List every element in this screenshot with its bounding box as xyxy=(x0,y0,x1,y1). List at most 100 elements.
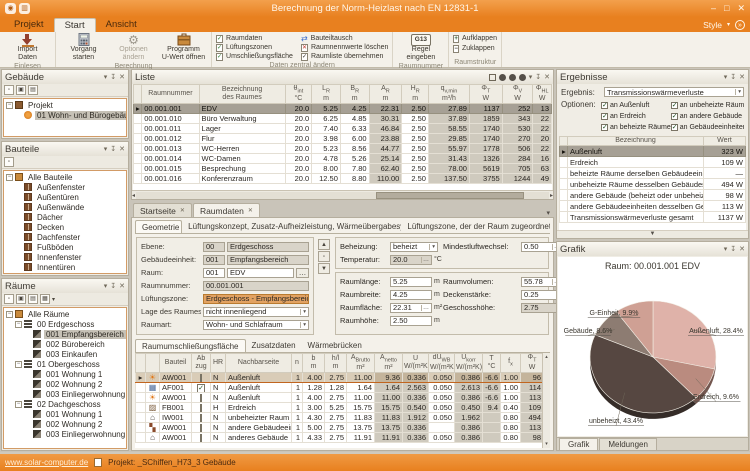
ellipsis-button[interactable]: … xyxy=(421,257,429,263)
column-header-h-l[interactable]: h/lm xyxy=(325,354,347,373)
option-an-andere-geb-ude[interactable]: ✓ an andere Gebäude xyxy=(671,111,744,122)
ribbon-button-l-ftungszonen[interactable]: ✓Lüftungszonen xyxy=(216,43,293,52)
abzug-checkbox[interactable]: ✓ xyxy=(197,384,205,393)
ribbon-button-optionen-ndern[interactable]: ⚙ Optionenändern xyxy=(110,33,157,62)
liste-tool-icon-2[interactable] xyxy=(509,74,516,81)
gebaeude-toolbar-button-3[interactable]: ▤ xyxy=(28,85,38,95)
liste-grid-options-icon[interactable] xyxy=(489,74,496,81)
table-row[interactable]: andere Gebäudeeinheiten desselben Gebäud… xyxy=(560,201,746,212)
bottom-tab-grafik[interactable]: Grafik xyxy=(559,438,598,450)
ribbon-button-vorgang-starten[interactable]: Vorgangstarten xyxy=(60,33,107,62)
next-record-button[interactable]: ▼ xyxy=(318,263,330,274)
option-an-erdreich[interactable]: ✓ an Erdreich xyxy=(601,111,671,122)
table-row[interactable]: ⌂AW001Nanderes Gebäude14.332.7511.9111.9… xyxy=(136,433,543,443)
ribbon-button-raumdaten[interactable]: ✓Raumdaten xyxy=(216,34,293,43)
tree-item-002-b-robereich[interactable]: 002 Bürobereich xyxy=(4,339,126,349)
raeume-toolbar-button-2[interactable]: ▣ xyxy=(16,294,26,304)
tab-geometrie[interactable]: Geometrie xyxy=(135,220,182,233)
close-icon[interactable]: ✕ xyxy=(119,73,125,81)
maximize-button[interactable]: □ xyxy=(724,3,729,14)
column-header-hr[interactable]: HR xyxy=(211,354,226,373)
column-header-u[interactable]: UW/(m²K) xyxy=(403,354,429,373)
ribbon-button-zuklappen[interactable]: −Zuklappen xyxy=(453,44,497,53)
pin-icon[interactable]: ↧ xyxy=(110,73,116,81)
field-raum[interactable]: EDV xyxy=(227,268,294,278)
abzug-checkbox[interactable] xyxy=(200,414,202,423)
style-dropdown-icon[interactable]: ▾ xyxy=(727,21,730,28)
gebaeude-toolbar-button-1[interactable]: ▫ xyxy=(4,85,14,95)
abzug-checkbox[interactable] xyxy=(200,374,202,383)
column-header-hl[interactable]: ΦHLW xyxy=(533,85,552,104)
column-header-anetto[interactable]: Anettom² xyxy=(375,354,403,373)
bauteile-toolbar-button-1[interactable]: ▫ xyxy=(4,157,14,167)
tree-item-002-wohnung-2[interactable]: 002 Wohnung 2 xyxy=(4,379,126,389)
vendor-link[interactable]: www.solar-computer.de xyxy=(5,458,88,467)
column-header-lr[interactable]: LRm xyxy=(312,85,341,104)
option-an-unbeheizte-r-ume[interactable]: ✓ an unbeheizte Räume xyxy=(671,100,744,111)
tree-item-00-erdgeschoss[interactable]: − 00 Erdgeschoss xyxy=(4,319,126,329)
minimize-button[interactable]: – xyxy=(711,3,716,14)
scroll-left-icon[interactable]: ◂ xyxy=(132,192,135,199)
close-button[interactable]: ✕ xyxy=(737,3,745,14)
ribbon-button-import-daten[interactable]: ImportDaten xyxy=(4,33,51,62)
document-tab-raumdaten[interactable]: Raumdaten✕ xyxy=(193,203,260,217)
liste-horizontal-scrollbar[interactable]: ◂ ▸ xyxy=(132,190,553,199)
tree-item-001-wohnung-1[interactable]: 001 Wohnung 1 xyxy=(4,369,126,379)
tree-item-d-cher[interactable]: Dächer xyxy=(4,212,126,222)
ribbon-button-bauteiltausch[interactable]: ⇄Bauteiltausch xyxy=(301,34,388,43)
close-icon[interactable]: ✕ xyxy=(119,145,125,153)
scroll-right-icon[interactable]: ▸ xyxy=(550,192,553,199)
close-icon[interactable]: ✕ xyxy=(119,282,125,290)
column-header-qv-min[interactable]: qv,minm³/h xyxy=(428,85,469,104)
table-row[interactable]: 00.001.015Besprechung20.08.007.8062.402.… xyxy=(134,164,552,174)
column-header-bezeichnung[interactable]: Bezeichnungdes Raumes xyxy=(199,85,285,104)
field-l-ftungszone[interactable]: Erdgeschoss - Empfangsbereich xyxy=(203,294,309,304)
field-raum-browse-button[interactable]: … xyxy=(296,268,309,278)
table-row[interactable]: Erdreich 109 W xyxy=(560,157,746,168)
tree-item-au-enw-nde[interactable]: Außenwände xyxy=(4,202,126,212)
panel-menu-icon[interactable]: ▾ xyxy=(104,282,108,290)
table-row[interactable]: ⌂IW001Nunbeheizter Raum14.302.7511.8311.… xyxy=(136,413,543,423)
column-header-br[interactable]: BRm xyxy=(340,85,369,104)
tree-item-002-wohnung-2[interactable]: 002 Wohnung 2 xyxy=(4,419,126,429)
tree-item-02-dachgeschoss[interactable]: − 02 Dachgeschoss xyxy=(4,399,126,409)
tree-item-au-ent-ren[interactable]: Außentüren xyxy=(4,192,126,202)
pin-icon[interactable]: ↧ xyxy=(730,73,736,81)
column-header-hr[interactable]: HRm xyxy=(402,85,429,104)
table-row[interactable]: 00.001.011Lager20.07.406.3346.842.5058.5… xyxy=(134,124,552,134)
column-header-t[interactable]: ΦTW xyxy=(521,354,543,373)
field-raumfl-che[interactable]: 22.31… xyxy=(390,303,432,313)
column-header-ukorr[interactable]: UkorrW/(m²K) xyxy=(455,354,483,373)
tree-item-01-wohn-und-b-rogeb-ude[interactable]: 01 Wohn- und Bürogebäude xyxy=(4,110,126,120)
close-icon[interactable]: ✕ xyxy=(739,245,745,253)
pin-icon[interactable]: ↧ xyxy=(535,73,541,81)
tree-item-projekt[interactable]: − Projekt xyxy=(4,100,126,110)
tree-expander-icon[interactable]: − xyxy=(6,174,13,181)
option-an-beheizte-r-ume[interactable]: ✓ an beheizte Räume xyxy=(601,122,671,133)
tree-expander-icon[interactable]: − xyxy=(15,361,22,368)
tab-raumumschlie-ungsfl-che[interactable]: Raumumschließungsfläche xyxy=(135,339,246,352)
tree-item-003-einkaufen[interactable]: 003 Einkaufen xyxy=(4,349,126,359)
tab-l-ftungszone-der-der-raum-zuge[interactable]: Lüftungszone, der der Raum zugeordnet is… xyxy=(401,220,550,233)
previous-record-button[interactable]: ▲ xyxy=(318,239,330,250)
tree-item-au-enfenster[interactable]: Außenfenster xyxy=(4,182,126,192)
column-header-abrutto[interactable]: ABruttom² xyxy=(347,354,375,373)
column-header-b[interactable]: bm xyxy=(303,354,325,373)
table-row[interactable]: 00.001.010Büro Verwaltung20.06.254.8530.… xyxy=(134,114,552,124)
field-raum[interactable]: 001 xyxy=(203,268,225,278)
field-raumh-he[interactable]: 2.50 xyxy=(390,316,432,326)
ribbon-tab-projekt[interactable]: Projekt xyxy=(4,18,54,32)
tree-item-fu-b-den[interactable]: Fußböden xyxy=(4,242,126,252)
field-raumart[interactable]: Wohn- und Schlafraum▾ xyxy=(203,320,309,330)
column-header-fx[interactable]: fx xyxy=(501,354,521,373)
close-icon[interactable]: ✕ xyxy=(739,73,745,81)
table-row[interactable]: ▸ Außenluft 323 W xyxy=(560,146,746,157)
table-row[interactable]: ▸00.001.001EDV20.05.254.2522.312.5027.89… xyxy=(134,104,552,114)
table-row[interactable]: ▦AF001✓NAußenluft11.281.281.641.642.5630… xyxy=(136,383,543,393)
table-row[interactable]: andere Gebäude (beheizt oder unbeheizt) … xyxy=(560,190,746,201)
column-header-bauteil[interactable]: Bauteil xyxy=(160,354,192,373)
ergebnisse-expand-icon[interactable]: ▼ xyxy=(557,230,748,238)
tree-item-003-einliegerwohnung[interactable]: 003 Einliegerwohnung xyxy=(4,389,126,399)
detail-vertical-scrollbar[interactable]: ▴▾ xyxy=(542,353,550,448)
column-header-ab[interactable]: Abzug xyxy=(192,354,211,373)
